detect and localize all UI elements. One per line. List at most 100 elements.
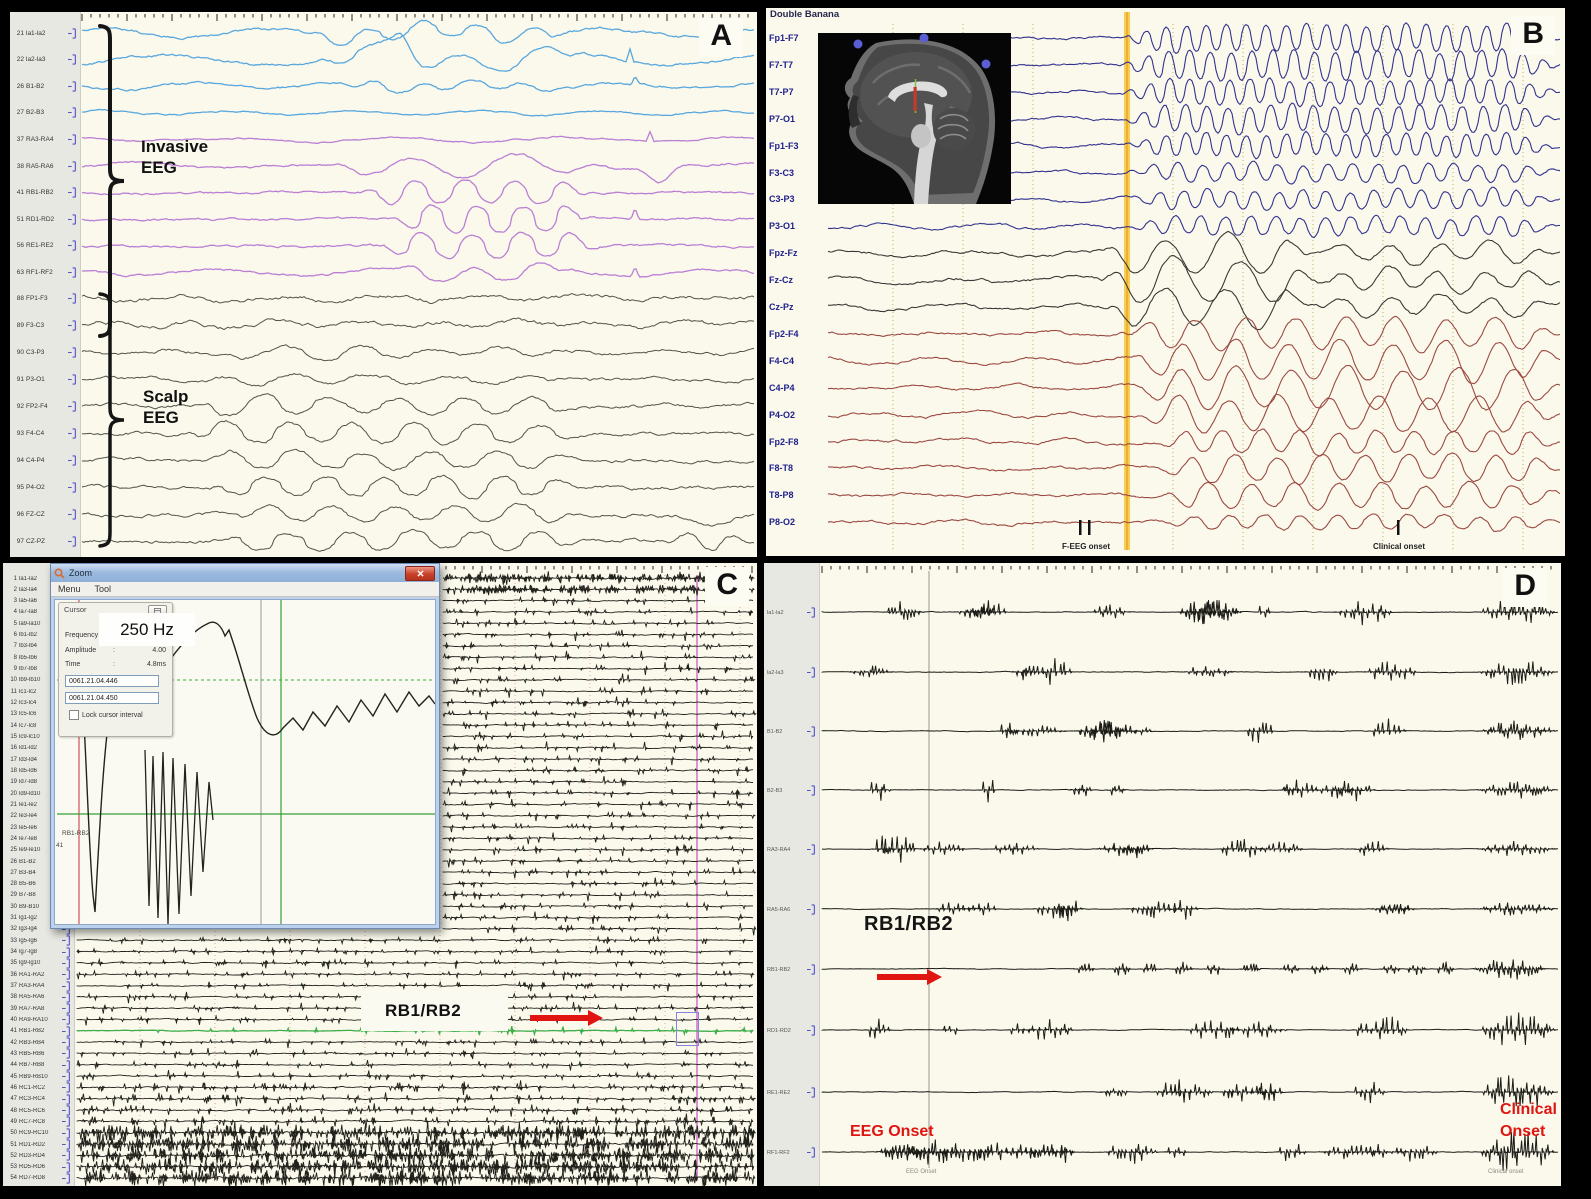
channel-label-row: 22 la2-la3 xyxy=(10,55,80,65)
channel-label-row: 90 C3-P3 xyxy=(10,347,80,357)
lock-cursor-checkbox[interactable] xyxy=(69,710,79,720)
scale-marker-icon xyxy=(68,240,79,251)
channel-label-row: 50 RC9-RC10 xyxy=(3,1128,74,1138)
panel-a: 21 la1-la2 22 la2-la3 26 B1-B2 xyxy=(10,12,757,557)
channel-label: C3-P3 xyxy=(769,193,795,205)
channel-label-row: 35 lg9-lg10 xyxy=(3,958,74,968)
scale-marker-icon xyxy=(62,1105,73,1116)
channel-label: P7-O1 xyxy=(769,113,795,125)
channel-label-row: 44 RB7-RB8 xyxy=(3,1060,74,1070)
cursor-time-field-2[interactable] xyxy=(65,692,159,704)
channel-label-row: RF1-RF2 xyxy=(764,1148,819,1158)
scale-marker-icon xyxy=(68,509,79,520)
scale-marker-icon xyxy=(68,134,79,145)
panel-letter-d: D xyxy=(1503,568,1547,607)
scale-marker-icon xyxy=(62,935,73,946)
scale-marker-icon xyxy=(62,947,73,958)
channel-label-row: 42 RB3-RB4 xyxy=(3,1038,74,1048)
channel-label-row: 37 RA3-RA4 xyxy=(10,134,80,144)
scale-marker-icon xyxy=(62,1060,73,1071)
channel-label: T7-P7 xyxy=(769,86,794,98)
cursor-time-field-1[interactable] xyxy=(65,675,159,687)
channel-label-row: 49 RC7-RC8 xyxy=(3,1117,74,1127)
zoom-window-menubar: Menu Tool xyxy=(51,582,439,597)
scale-marker-icon xyxy=(68,107,79,118)
channel-label-row: RE1-RE2 xyxy=(764,1088,819,1098)
panel-a-channel-strip: 21 la1-la2 22 la2-la3 26 B1-B2 xyxy=(10,12,81,557)
selection-box xyxy=(676,1012,699,1046)
menu-item-tool[interactable]: Tool xyxy=(95,584,112,594)
channel-label-row: RA3-RA4 xyxy=(764,845,819,855)
channel-label: Cz-Pz xyxy=(769,301,794,313)
scale-marker-icon xyxy=(68,161,79,172)
channel-label-row: 63 RF1-RF2 xyxy=(10,267,80,277)
scale-marker-icon xyxy=(807,667,818,678)
channel-label-row: 51 RD1-RD2 xyxy=(10,214,80,224)
scale-marker-icon xyxy=(68,214,79,225)
scale-marker-icon xyxy=(68,267,79,278)
eeg-onset-marker-label: EEG Onset xyxy=(906,1169,936,1175)
scale-marker-icon xyxy=(807,785,818,796)
channel-label: Fp1-F3 xyxy=(769,140,799,152)
scale-marker-icon xyxy=(62,981,73,992)
scale-marker-icon xyxy=(68,320,79,331)
lock-cursor-label: Lock cursor interval xyxy=(82,712,143,719)
zoom-channel-number: 41 xyxy=(56,842,63,849)
channel-label: F8-T8 xyxy=(769,462,793,474)
channel-label-row: 88 FP1-F3 xyxy=(10,293,80,303)
channel-label-row: 94 C4-P4 xyxy=(10,455,80,465)
channel-label-row: 45 RB9-RB10 xyxy=(3,1072,74,1082)
scale-marker-icon xyxy=(62,1150,73,1161)
channel-label-row: 41 RB1-RB2 xyxy=(10,188,80,198)
channel-label: Fp2-F4 xyxy=(769,328,799,340)
time-label: Time xyxy=(65,661,107,670)
channel-label-row: 41 RB1-RB2 xyxy=(3,1026,74,1036)
scale-marker-icon xyxy=(68,374,79,385)
cursor-panel-title: Cursor xyxy=(64,605,87,614)
close-button[interactable] xyxy=(405,566,435,581)
amplitude-value: 4.00 xyxy=(121,647,166,656)
panel-a-traces xyxy=(10,12,757,557)
channel-label-row: RA5-RA6 xyxy=(764,905,819,915)
zoom-window-titlebar[interactable]: Zoom xyxy=(51,564,439,582)
channel-label-row: 53 RD5-RD6 xyxy=(3,1162,74,1172)
channel-label-row: 89 F3-C3 xyxy=(10,320,80,330)
scale-marker-icon xyxy=(68,347,79,358)
channel-label-row: la2-la3 xyxy=(764,668,819,678)
scale-marker-icon xyxy=(68,536,79,547)
scale-marker-icon xyxy=(62,969,73,980)
channel-label: P4-O2 xyxy=(769,409,795,421)
channel-label-row: 34 lg7-lg8 xyxy=(3,947,74,957)
channel-label-row: 27 B2-B3 xyxy=(10,108,80,118)
channel-label: T8-P8 xyxy=(769,489,794,501)
scale-marker-icon xyxy=(62,1173,73,1184)
channel-label: P8-O2 xyxy=(769,516,795,528)
channel-label-row: 21 la1-la2 xyxy=(10,28,80,38)
amplitude-label: Amplitude xyxy=(65,647,107,656)
channel-label: P3-O1 xyxy=(769,220,795,232)
red-arrow-icon xyxy=(530,1015,588,1021)
scale-marker-icon xyxy=(62,958,73,969)
clinical-onset-label: Clinical onset xyxy=(1373,542,1425,551)
scale-marker-icon xyxy=(807,607,818,618)
scale-marker-icon xyxy=(68,401,79,412)
channel-label-row: 51 RD1-RD2 xyxy=(3,1140,74,1150)
scale-marker-icon xyxy=(68,482,79,493)
rb1-rb2-annotation: RB1/RB2 xyxy=(864,913,953,936)
scale-marker-icon xyxy=(62,1128,73,1139)
panel-d-traces xyxy=(764,563,1561,1186)
panel-letter-a: A xyxy=(699,18,743,57)
channel-label: Fpz-Fz xyxy=(769,247,798,259)
channel-label-row: 39 RA7-RA8 xyxy=(3,1004,74,1014)
menu-item-menu[interactable]: Menu xyxy=(58,584,81,594)
scale-marker-icon xyxy=(807,726,818,737)
rb1-rb2-annotation: RB1/RB2 xyxy=(361,991,508,1031)
channel-label-row: RB1-RB2 xyxy=(764,965,819,975)
frequency-callout: 250 Hz xyxy=(99,613,195,646)
zoom-window-title: Zoom xyxy=(69,568,92,578)
panel-c: 1 la1-la2 2 la3-la4 3 la5-la6 xyxy=(3,563,757,1186)
scale-marker-icon xyxy=(62,992,73,1003)
channel-label-row: RD1-RD2 xyxy=(764,1026,819,1036)
scale-marker-icon xyxy=(68,187,79,198)
channel-label-row: 43 RB5-RB6 xyxy=(3,1049,74,1059)
